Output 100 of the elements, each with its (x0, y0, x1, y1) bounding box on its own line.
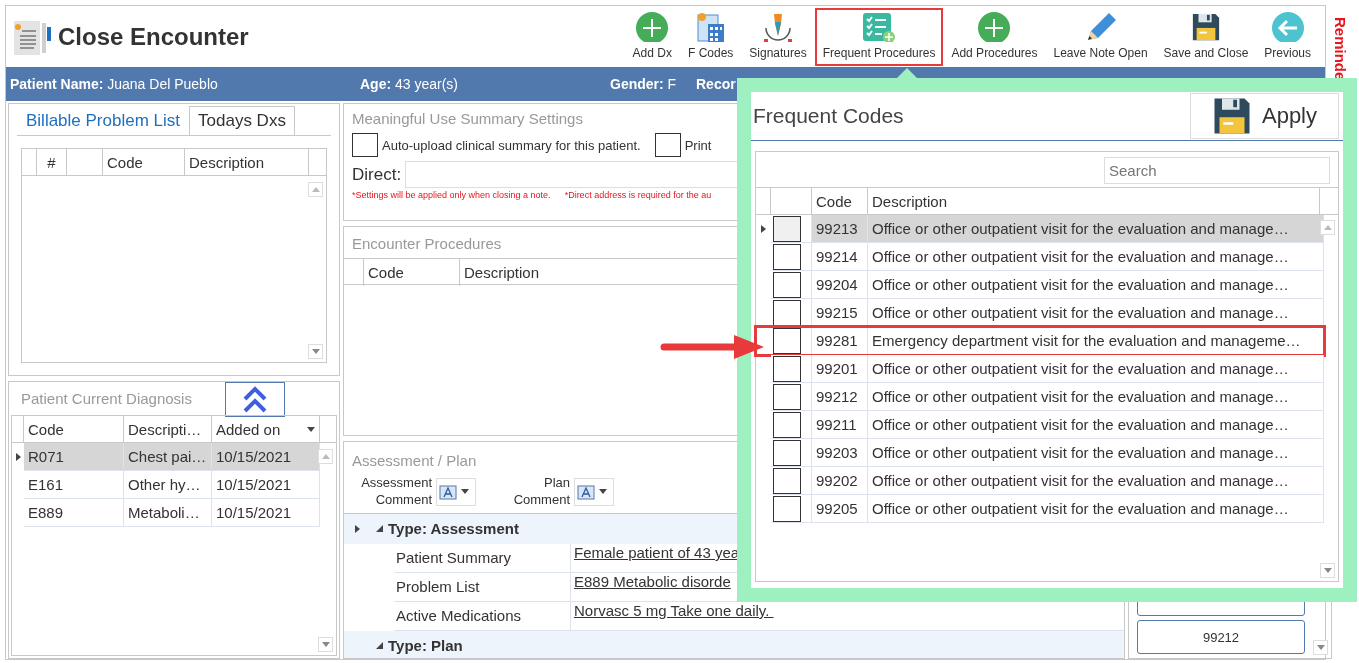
table-cell: Office or other outpatient visit for the evaluation and manage… (868, 411, 1324, 439)
collapse-button[interactable] (225, 382, 285, 417)
scroll-down-button[interactable] (318, 637, 333, 652)
scroll-down-button[interactable] (1320, 563, 1335, 578)
checkbox[interactable] (773, 299, 801, 326)
apply-button[interactable]: Apply (1190, 93, 1339, 139)
patient-info-text: Recor (696, 76, 737, 92)
table-cell: Chest pai… (124, 443, 212, 471)
toolbar-button[interactable]: Save and Close (1155, 7, 1257, 66)
toolbar-button[interactable]: Signatures (741, 7, 815, 66)
window-title: Close Encounter (58, 22, 250, 51)
checkbox-label: Auto-upload clinical summary for this patient. (382, 137, 641, 153)
checkbox[interactable] (773, 271, 801, 298)
panel-title: Meaningful Use Summary Settings (351, 109, 584, 129)
checkbox[interactable] (773, 215, 801, 242)
up-arrow-icon (321, 454, 330, 459)
checkbox[interactable] (773, 383, 801, 410)
row-label: Active Medications (394, 601, 570, 631)
checkbox[interactable] (773, 467, 801, 494)
panel-title: Patient Current Diagnosis (20, 389, 193, 409)
row-pointer-icon (761, 225, 766, 233)
warning-note: *Direct address is required for the au (564, 190, 712, 200)
caret-icon (599, 489, 607, 495)
up-arrow-icon (1323, 225, 1332, 230)
row-pointer-icon (354, 524, 360, 533)
plus-icon (978, 11, 1011, 42)
toolbar-button[interactable]: Add Procedures (943, 7, 1046, 66)
checkbox-label: Print (684, 137, 712, 153)
down-arrow-icon (321, 642, 330, 647)
font-dropdown-button[interactable] (436, 477, 476, 506)
font-dropdown-button[interactable] (574, 477, 614, 506)
expand-toggle-icon[interactable] (376, 642, 383, 650)
table-cell: 10/15/2021 (212, 471, 320, 499)
column-header[interactable]: Code (103, 149, 185, 176)
popup-title: Frequent Codes (753, 104, 904, 128)
pen-nib-icon (763, 11, 793, 42)
column-header[interactable]: Code (364, 259, 460, 286)
table-cell: 99201 (812, 355, 868, 383)
left-arrow-icon (1271, 11, 1304, 42)
search-field[interactable]: Search (1104, 157, 1330, 184)
side-tab[interactable]: Reminde (1332, 5, 1349, 81)
toolbar-button[interactable]: Frequent Procedures (814, 7, 944, 66)
table-cell: 10/15/2021 (212, 443, 320, 471)
table-cell: Office or other outpatient visit for the evaluation and manage… (868, 495, 1324, 523)
checkbox[interactable] (352, 133, 378, 157)
table-cell: R071 (24, 443, 124, 471)
checkbox[interactable] (773, 495, 801, 522)
table-cell: Office or other outpatient visit for the evaluation and manage… (868, 355, 1324, 383)
table-cell: Office or other outpatient visit for the evaluation and manage… (868, 271, 1324, 299)
group-label: Type: Plan (388, 637, 463, 655)
row-label: Patient Summary (394, 543, 570, 573)
expand-toggle-icon[interactable] (376, 525, 383, 533)
table-cell: 99214 (812, 243, 868, 271)
caret-icon (307, 427, 315, 432)
checkbox[interactable] (773, 439, 801, 466)
checkbox[interactable] (773, 355, 801, 382)
table-cell: 99205 (812, 495, 868, 523)
warning-note: *Settings will be applied only when closing a note. (352, 190, 551, 200)
plus-icon (636, 11, 669, 42)
toolbar-button[interactable]: F Codes (679, 7, 742, 66)
down-arrow-icon (311, 349, 320, 354)
table-cell: 99203 (812, 439, 868, 467)
table-cell: Office or other outpatient visit for the evaluation and manage… (868, 215, 1324, 243)
scroll-down-button[interactable] (308, 344, 323, 359)
code-button[interactable]: 99212 (1137, 620, 1305, 654)
table-cell: Office or other outpatient visit for the evaluation and manage… (868, 383, 1324, 411)
table-cell: 99212 (812, 383, 868, 411)
column-header[interactable]: # (37, 149, 67, 176)
table-cell: E889 (24, 499, 124, 527)
tab[interactable]: Todays Dxs (189, 106, 295, 135)
font-style-icon (577, 482, 597, 501)
toolbar-button[interactable]: Previous (1256, 7, 1319, 66)
column-header[interactable]: Description (185, 149, 309, 176)
table-cell: 10/15/2021 (212, 499, 320, 527)
comment-label: Plan Comment (512, 475, 570, 509)
table-cell: Office or other outpatient visit for the evaluation and manage… (868, 467, 1324, 495)
checkbox[interactable] (773, 243, 801, 270)
table-cell: Metaboli… (124, 499, 212, 527)
table-cell: 99213 (812, 215, 868, 243)
panel-title: Encounter Procedures (351, 234, 503, 254)
checkbox[interactable] (773, 327, 801, 354)
calculator-icon (695, 11, 726, 42)
toolbar-button[interactable]: Add Dx (624, 7, 680, 66)
checkbox[interactable] (773, 411, 801, 438)
scroll-down-button[interactable] (1313, 640, 1328, 655)
field-label: Direct: (352, 164, 402, 185)
comment-label: Assessment Comment (360, 475, 432, 509)
font-style-icon (439, 482, 459, 501)
table-cell: Office or other outpatient visit for the evaluation and manage… (868, 439, 1324, 467)
table-cell: Other hy… (124, 471, 212, 499)
patient-info-text: Age: 43 year(s) (360, 76, 460, 92)
row-pointer-icon (15, 453, 21, 461)
checkbox[interactable] (654, 133, 681, 157)
row-label: Problem List (394, 572, 570, 602)
table-cell: 99202 (812, 467, 868, 495)
down-arrow-icon (1323, 568, 1332, 573)
patient-info-text: Patient Name: Juana Del Pueblo (10, 76, 219, 92)
double-chevron-up-icon (242, 385, 268, 414)
group-label: Type: Assessment (388, 520, 519, 538)
toolbar-button[interactable]: Leave Note Open (1045, 7, 1156, 66)
